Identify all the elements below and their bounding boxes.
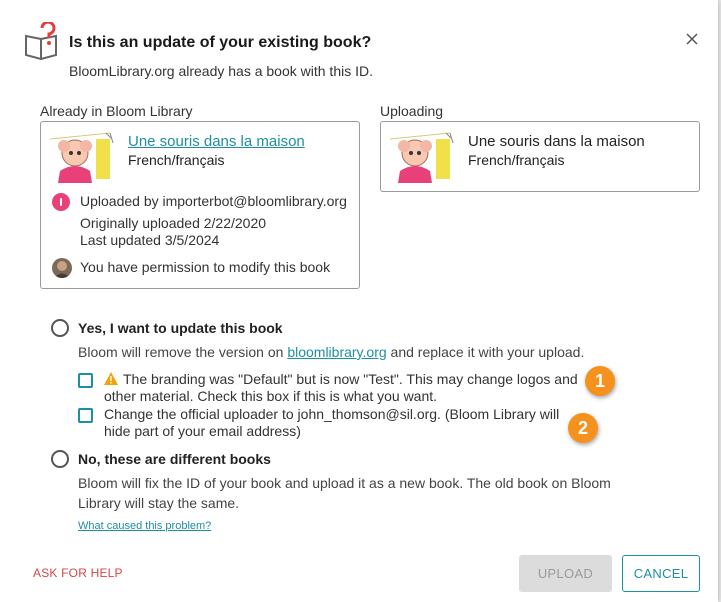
avatar [52, 258, 72, 278]
last-updated-date: Last updated 3/5/2024 [80, 232, 220, 248]
existing-book-card: Une souris dans la maison French/françai… [40, 121, 360, 289]
different-books-description-line2: Library will stay the same. [78, 495, 240, 511]
existing-book-label: Already in Bloom Library [40, 103, 193, 119]
update-book-option-title: Yes, I want to update this book [78, 320, 283, 336]
book-thumbnail [50, 131, 122, 183]
uploaded-by: Uploaded by importerbot@bloomlibrary.org [80, 193, 347, 209]
permission-text: You have permission to modify this book [80, 259, 331, 275]
dialog-title: Is this an update of your existing book? [69, 34, 372, 51]
update-book-description: Bloom will remove the version on bloomli… [78, 344, 585, 360]
update-book-dialog: Is this an update of your existing book?… [0, 0, 718, 602]
book-question-icon [25, 22, 57, 60]
warning-icon [104, 372, 118, 385]
different-books-option-title: No, these are different books [78, 451, 271, 467]
different-books-radio[interactable] [51, 450, 69, 468]
existing-book-title-link[interactable]: Une souris dans la maison [128, 133, 305, 150]
upload-button[interactable]: UPLOAD [519, 555, 612, 592]
bloomlibrary-link[interactable]: bloomlibrary.org [287, 344, 386, 360]
different-books-description-line1: Bloom will fix the ID of your book and u… [78, 475, 611, 491]
branding-checkbox-label: The branding was "Default" but is now "T… [104, 371, 578, 404]
change-uploader-checkbox[interactable] [78, 408, 93, 423]
original-upload-date: Originally uploaded 2/22/2020 [80, 215, 267, 231]
dialog-subtitle: BloomLibrary.org already has a book with… [69, 63, 373, 79]
uploader-badge-icon [52, 193, 70, 211]
uploading-book-title: Une souris dans la maison [468, 133, 645, 150]
uploading-book-language: French/français [468, 152, 565, 168]
update-book-radio[interactable] [51, 319, 69, 337]
close-icon[interactable] [684, 31, 700, 47]
ask-for-help-link[interactable]: ASK FOR HELP [33, 566, 123, 580]
uploading-book-card: Une souris dans la maison French/françai… [380, 121, 700, 192]
change-uploader-checkbox-label: Change the official uploader to john_tho… [104, 406, 560, 439]
uploading-label: Uploading [380, 103, 444, 119]
branding-checkbox[interactable] [78, 373, 93, 388]
callout-badge-2: 2 [568, 413, 598, 443]
cancel-button[interactable]: CANCEL [622, 555, 700, 592]
existing-book-language: French/français [128, 152, 225, 168]
book-thumbnail [390, 131, 462, 183]
callout-badge-1: 1 [585, 366, 615, 396]
what-caused-problem-link[interactable]: What caused this problem? [78, 520, 211, 532]
